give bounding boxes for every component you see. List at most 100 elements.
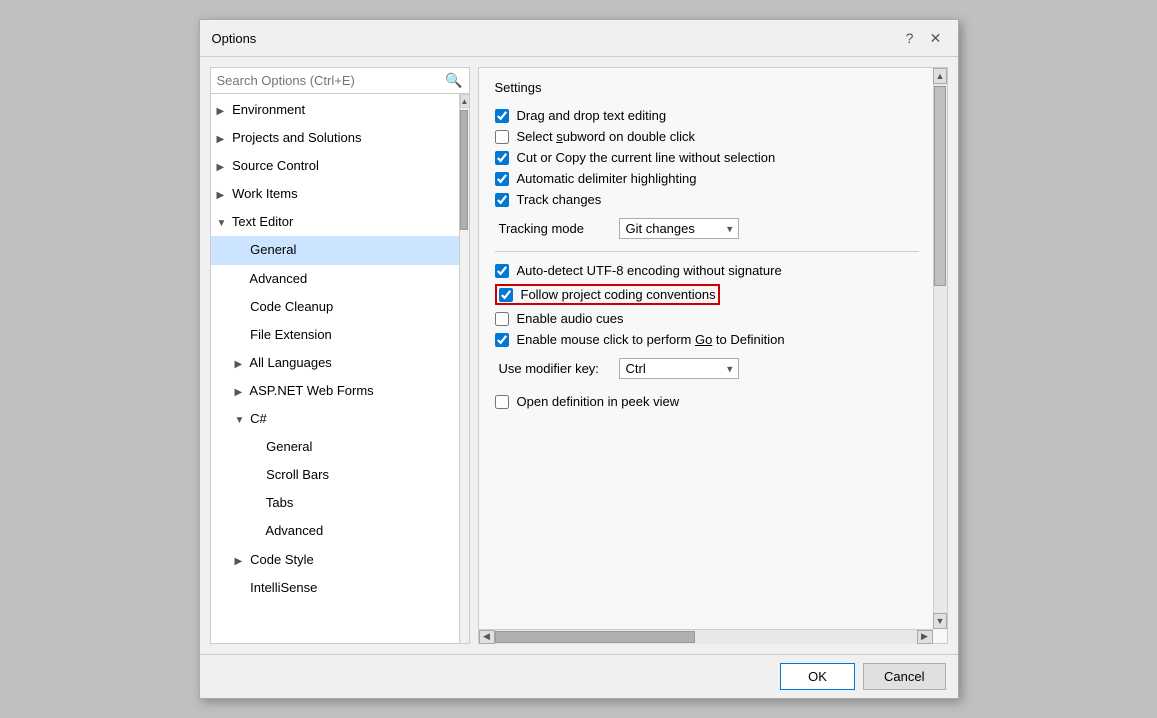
checkbox-row-select-subword: Select subword on double click — [495, 126, 919, 147]
label-cut-copy[interactable]: Cut or Copy the current line without sel… — [517, 150, 776, 165]
tree-item-text-editor[interactable]: ▼ Text Editor — [211, 208, 459, 236]
tree-label-file-extension: File Extension — [250, 327, 332, 342]
tree-scroll-content: ▶ Environment ▶ Projects and Solutions ▶… — [211, 94, 459, 643]
tree-label-csharp: C# — [250, 411, 267, 426]
label-audio-cues[interactable]: Enable audio cues — [517, 311, 624, 326]
bottom-scrollbar: ◀ ▶ — [479, 629, 933, 643]
arrow-aspnet: ▶ — [235, 384, 247, 401]
checkbox-select-subword[interactable] — [495, 130, 509, 144]
hscroll-right-arrow[interactable]: ▶ — [917, 630, 933, 644]
modifier-key-select[interactable]: Ctrl Alt — [619, 358, 739, 379]
tree-item-all-languages[interactable]: ▶ All Languages — [211, 349, 459, 377]
options-dialog: Options ? ✕ 🔍 ▶ Environment — [199, 19, 959, 699]
tree-item-intellisense[interactable]: IntelliSense — [211, 574, 459, 602]
cancel-button[interactable]: Cancel — [863, 663, 945, 690]
tree-label-work-items: Work Items — [232, 186, 298, 201]
tree-item-environment[interactable]: ▶ Environment — [211, 96, 459, 124]
checkbox-follow-project[interactable] — [499, 288, 513, 302]
label-mouse-click[interactable]: Enable mouse click to perform Go to Defi… — [517, 332, 785, 347]
checkbox-row-audio-cues: Enable audio cues — [495, 308, 919, 329]
checkbox-peek-view[interactable] — [495, 395, 509, 409]
hscroll-thumb[interactable] — [495, 631, 695, 643]
help-button[interactable]: ? — [900, 28, 920, 48]
dialog-title: Options — [212, 31, 257, 46]
arrow-all-languages: ▶ — [235, 356, 247, 373]
scroll-up-arrow[interactable]: ▲ — [460, 94, 470, 108]
label-utf8[interactable]: Auto-detect UTF-8 encoding without signa… — [517, 263, 782, 278]
checkbox-auto-delimiter[interactable] — [495, 172, 509, 186]
tree-item-code-cleanup[interactable]: Code Cleanup — [211, 293, 459, 321]
tree-label-csharp-advanced: Advanced — [265, 523, 323, 538]
tree-item-general[interactable]: General — [211, 236, 459, 264]
search-input[interactable] — [217, 73, 446, 88]
tree-row: ▶ Environment ▶ Projects and Solutions ▶… — [211, 94, 469, 643]
checkbox-cut-copy[interactable] — [495, 151, 509, 165]
search-box: 🔍 — [211, 68, 469, 94]
label-follow-project[interactable]: Follow project coding conventions — [521, 287, 716, 302]
dialog-body: 🔍 ▶ Environment ▶ Projects and Solutions — [200, 57, 958, 654]
checkbox-row-peek-view: Open definition in peek view — [495, 391, 919, 412]
underline-s: s — [556, 129, 563, 144]
arrow-projects: ▶ — [217, 131, 229, 148]
follow-project-highlight: Follow project coding conventions — [495, 284, 720, 305]
tree-item-projects-solutions[interactable]: ▶ Projects and Solutions — [211, 124, 459, 152]
checkbox-mouse-click[interactable] — [495, 333, 509, 347]
tree-label-general: General — [250, 242, 296, 257]
underline-go: Go — [695, 332, 712, 347]
tree-item-file-extension[interactable]: File Extension — [211, 321, 459, 349]
tracking-mode-label: Tracking mode — [499, 221, 609, 236]
search-icon: 🔍 — [445, 72, 462, 89]
tree-item-source-control[interactable]: ▶ Source Control — [211, 152, 459, 180]
tree-label-intellisense: IntelliSense — [250, 580, 317, 595]
tree-item-csharp-general[interactable]: General — [211, 433, 459, 461]
left-panel-scrollbar: ▲ — [459, 94, 469, 643]
vscroll-track — [934, 84, 946, 613]
arrow-source-control: ▶ — [217, 159, 229, 176]
scroll-thumb[interactable] — [460, 110, 468, 230]
checkbox-row-auto-delimiter: Automatic delimiter highlighting — [495, 168, 919, 189]
tree-item-csharp-advanced[interactable]: Advanced — [211, 517, 459, 545]
vscroll-thumb[interactable] — [934, 86, 946, 286]
modifier-key-dropdown-wrapper: Ctrl Alt — [619, 358, 739, 379]
hscroll-left-arrow[interactable]: ◀ — [479, 630, 495, 644]
dialog-footer: OK Cancel — [200, 654, 958, 698]
tree-item-aspnet[interactable]: ▶ ASP.NET Web Forms — [211, 377, 459, 405]
vscroll-up-arrow[interactable]: ▲ — [933, 68, 947, 84]
checkbox-row-cut-copy: Cut or Copy the current line without sel… — [495, 147, 919, 168]
checkbox-drag-drop[interactable] — [495, 109, 509, 123]
label-select-subword[interactable]: Select subword on double click — [517, 129, 696, 144]
label-drag-drop[interactable]: Drag and drop text editing — [517, 108, 667, 123]
tree-item-advanced[interactable]: Advanced — [211, 265, 459, 293]
close-button[interactable]: ✕ — [926, 28, 946, 48]
tracking-mode-row: Tracking mode Git changes None Always — [499, 214, 919, 243]
ok-button[interactable]: OK — [780, 663, 855, 690]
checkbox-utf8[interactable] — [495, 264, 509, 278]
checkbox-row-drag-drop: Drag and drop text editing — [495, 105, 919, 126]
tree-label-code-cleanup: Code Cleanup — [250, 299, 333, 314]
tree-item-tabs[interactable]: Tabs — [211, 489, 459, 517]
settings-scroll-area: Settings Drag and drop text editing Sele… — [479, 68, 947, 629]
tree-item-work-items[interactable]: ▶ Work Items — [211, 180, 459, 208]
tree-label-projects: Projects and Solutions — [232, 130, 361, 145]
left-panel: 🔍 ▶ Environment ▶ Projects and Solutions — [210, 67, 470, 644]
tree-label-source-control: Source Control — [232, 158, 319, 173]
label-auto-delimiter[interactable]: Automatic delimiter highlighting — [517, 171, 697, 186]
modifier-key-row: Use modifier key: Ctrl Alt — [499, 354, 919, 383]
checkbox-track-changes[interactable] — [495, 193, 509, 207]
tree-item-scroll-bars[interactable]: Scroll Bars — [211, 461, 459, 489]
tree-item-code-style[interactable]: ▶ Code Style — [211, 546, 459, 574]
tracking-mode-select[interactable]: Git changes None Always — [619, 218, 739, 239]
checkbox-audio-cues[interactable] — [495, 312, 509, 326]
tree-container: ▶ Environment ▶ Projects and Solutions ▶… — [211, 94, 459, 604]
tree-label-scroll-bars: Scroll Bars — [266, 467, 329, 482]
tree-label-environment: Environment — [232, 102, 305, 117]
modifier-key-label: Use modifier key: — [499, 361, 609, 376]
label-peek-view[interactable]: Open definition in peek view — [517, 394, 680, 409]
tree-item-csharp[interactable]: ▼ C# — [211, 405, 459, 433]
arrow-text-editor: ▼ — [217, 215, 229, 232]
arrow-environment: ▶ — [217, 103, 229, 120]
title-bar: Options ? ✕ — [200, 20, 958, 57]
tree-label-csharp-general: General — [266, 439, 312, 454]
label-track-changes[interactable]: Track changes — [517, 192, 602, 207]
vscroll-down-arrow[interactable]: ▼ — [933, 613, 947, 629]
